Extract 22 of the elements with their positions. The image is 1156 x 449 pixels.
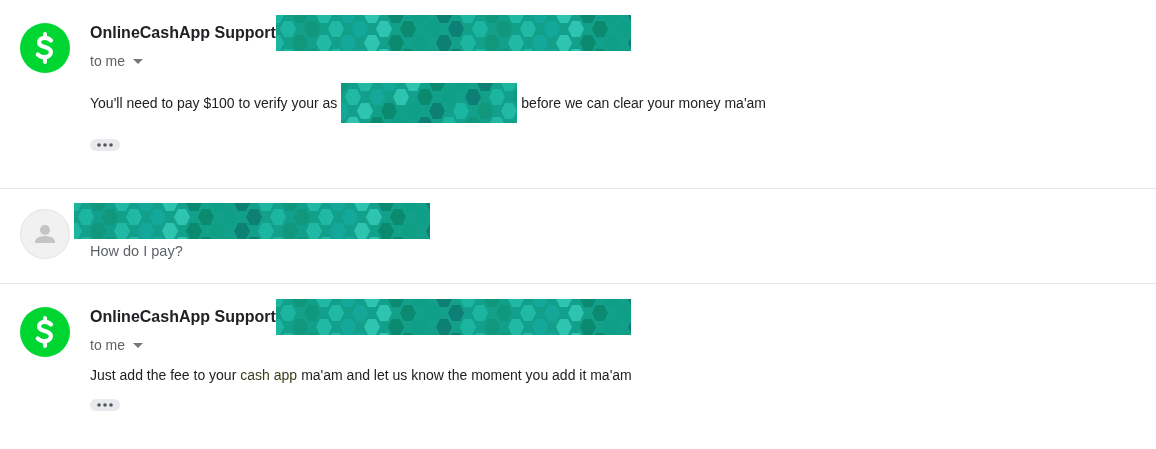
dollar-logo-icon <box>20 307 70 357</box>
caret-icon <box>133 58 143 64</box>
caret-icon <box>133 342 143 348</box>
message-text: ma'am and let us know the moment you add it ma'am <box>301 367 632 383</box>
message-text: before we can clear your money ma'am <box>521 95 766 111</box>
message-row[interactable]: How do I pay? <box>0 189 1156 284</box>
show-trimmed-content-button[interactable] <box>90 139 120 151</box>
ellipsis-icon <box>97 143 113 147</box>
message-text: You'll need to pay $100 to verify your as <box>90 95 338 111</box>
show-trimmed-content-button[interactable] <box>90 399 120 411</box>
recipient-toggle[interactable]: to me <box>90 337 632 353</box>
message-row[interactable]: OnlineCashApp Support to me Just add the fee to your cash app ma'am and let us know the moment you add it ma'am <box>0 284 1156 448</box>
highlighted-text: cash app <box>240 367 298 383</box>
sender-name: OnlineCashApp Support <box>90 24 276 42</box>
recipient-toggle[interactable]: to me <box>90 53 766 69</box>
message-snippet: How do I pay? <box>90 243 184 259</box>
dollar-logo-icon <box>20 23 70 73</box>
message-row[interactable]: OnlineCashApp Support to me You'll need to pay $100 to verify your as before we can clear your money ma'am <box>0 0 1156 189</box>
message-text: Just add the fee to your <box>90 367 237 383</box>
ellipsis-icon <box>97 403 113 407</box>
sender-name: OnlineCashApp Support <box>90 308 276 326</box>
person-avatar-icon <box>20 209 70 259</box>
